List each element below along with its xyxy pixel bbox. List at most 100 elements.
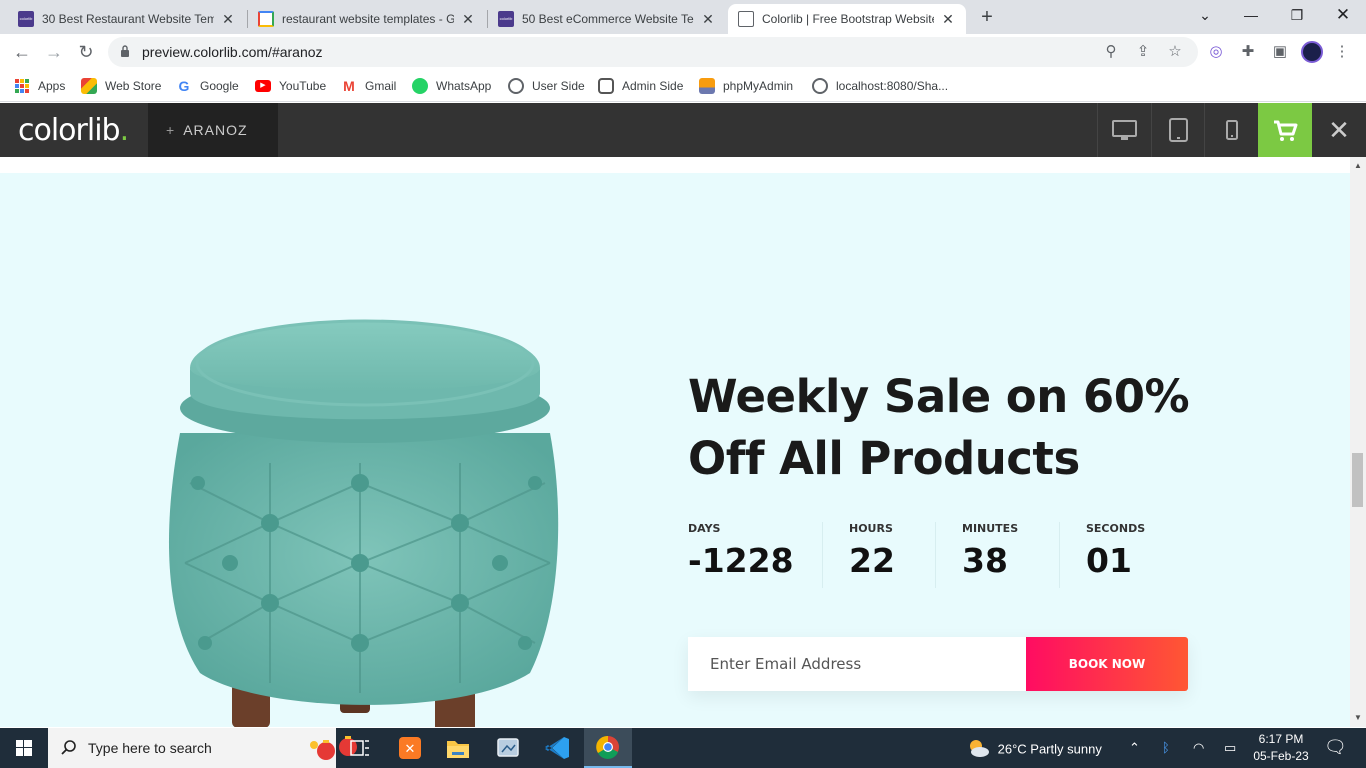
xampp-icon	[598, 78, 614, 94]
extension-icon[interactable]: ◎	[1206, 42, 1226, 62]
url-text: preview.colorlib.com/#aranoz	[142, 44, 323, 60]
whatsapp-icon	[412, 78, 428, 94]
task-view-icon	[350, 740, 369, 756]
globe-icon	[508, 78, 524, 94]
web-store-icon	[81, 78, 97, 94]
taskbar-clock[interactable]: 6:17 PM 05-Feb-23	[1248, 731, 1314, 765]
address-bar[interactable]: preview.colorlib.com/#aranoz ⚲ ⇪ ☆	[108, 37, 1198, 67]
theme-selector[interactable]: + ARANOZ	[148, 103, 278, 157]
book-now-button[interactable]: BOOK NOW	[1026, 637, 1188, 691]
browser-tab-strip: colorlib 30 Best Restaurant Website Temp…	[0, 0, 1366, 34]
snipping-tool-taskbar-app[interactable]	[484, 728, 532, 768]
side-panel-icon[interactable]: ▣	[1270, 42, 1290, 62]
close-tab-icon[interactable]: ✕	[940, 11, 956, 27]
close-window-button[interactable]: ✕	[1320, 0, 1366, 30]
sale-headline: Weekly Sale on 60% Off All Products	[688, 370, 1190, 485]
start-button[interactable]	[0, 728, 48, 768]
task-view-button[interactable]	[336, 728, 384, 768]
show-hidden-icons-chevron-icon[interactable]: ⌃	[1129, 740, 1140, 756]
bookmark-star-icon[interactable]: ☆	[1166, 43, 1184, 61]
page-scrollbar[interactable]: ▲ ▼	[1350, 157, 1366, 727]
profile-avatar[interactable]	[1301, 41, 1323, 63]
tablet-view-button[interactable]	[1151, 103, 1204, 157]
windows-taskbar: Type here to search ✕ 26°C Partly sunny …	[0, 728, 1366, 768]
email-subscribe-form: BOOK NOW	[688, 637, 1188, 691]
google-icon: G	[178, 78, 190, 94]
close-tab-icon[interactable]: ✕	[220, 11, 236, 27]
bookmark-user-side[interactable]: User Side	[508, 76, 585, 96]
countdown-seconds: SECONDS 01	[1086, 522, 1146, 580]
browser-toolbar: ← → ↻ preview.colorlib.com/#aranoz ⚲ ⇪ ☆…	[0, 34, 1366, 70]
bookmark-google[interactable]: G Google	[176, 76, 239, 96]
countdown-days: DAYS -1228	[688, 522, 794, 580]
xampp-taskbar-app[interactable]: ✕	[386, 728, 434, 768]
bookmark-admin-side[interactable]: Admin Side	[598, 76, 683, 96]
colorlib-favicon-icon: colorlib	[498, 11, 514, 27]
scrollbar-thumb[interactable]	[1352, 453, 1363, 507]
snipping-tool-icon	[497, 738, 519, 757]
back-button[interactable]: ←	[10, 40, 34, 64]
desktop-icon	[1112, 120, 1137, 140]
email-input[interactable]	[688, 637, 1026, 691]
zoom-icon[interactable]: ⚲	[1102, 43, 1120, 61]
new-tab-button[interactable]: +	[976, 6, 998, 28]
close-preview-icon[interactable]: ✕	[1312, 103, 1366, 157]
buy-cart-button[interactable]	[1258, 103, 1312, 157]
tab-restaurant-templates[interactable]: colorlib 30 Best Restaurant Website Temp…	[8, 4, 246, 34]
google-favicon-icon	[258, 11, 274, 27]
colorlib-logo[interactable]: colorlib.	[18, 113, 129, 148]
bookmark-web-store[interactable]: Web Store	[81, 76, 161, 96]
bookmark-phpmyadmin[interactable]: phpMyAdmin	[699, 76, 793, 96]
apps-grid-icon	[14, 78, 30, 94]
mobile-icon	[1226, 120, 1238, 140]
countdown-divider	[1059, 522, 1060, 588]
plus-icon: +	[166, 122, 176, 138]
lock-icon	[121, 45, 129, 57]
notifications-icon[interactable]: 🗨	[1324, 737, 1347, 758]
scroll-up-arrow-icon[interactable]: ▲	[1353, 161, 1363, 170]
globe-favicon-icon	[738, 11, 754, 27]
bookmark-localhost[interactable]: localhost:8080/Sha...	[812, 76, 948, 96]
chrome-icon	[596, 735, 619, 759]
page-viewport: Weekly Sale on 60% Off All Products DAYS…	[0, 157, 1350, 727]
taskbar-search-box[interactable]: Type here to search	[48, 728, 357, 768]
close-tab-icon[interactable]: ✕	[460, 11, 476, 27]
minimize-button[interactable]: —	[1228, 0, 1274, 30]
scroll-down-arrow-icon[interactable]: ▼	[1353, 713, 1363, 722]
tab-search-chevron-icon[interactable]: ⌄	[1182, 0, 1228, 30]
tab-ecommerce-templates[interactable]: colorlib 50 Best eCommerce Website Tem ✕	[488, 4, 726, 34]
bookmark-whatsapp[interactable]: WhatsApp	[412, 76, 491, 96]
desktop-view-button[interactable]	[1097, 103, 1150, 157]
mobile-view-button[interactable]	[1204, 103, 1257, 157]
reload-button[interactable]: ↻	[74, 40, 98, 64]
file-explorer-taskbar-app[interactable]	[434, 728, 482, 768]
product-ottoman-image	[168, 319, 559, 727]
countdown-divider	[935, 522, 936, 588]
countdown-hours: HOURS 22	[849, 522, 895, 580]
svg-text:✕: ✕	[405, 742, 416, 757]
tab-colorlib-active[interactable]: Colorlib | Free Bootstrap Website ✕	[728, 4, 966, 34]
colorlib-preview-bar: colorlib. + ARANOZ ✕	[0, 103, 1366, 157]
chrome-taskbar-app[interactable]	[584, 728, 632, 768]
folder-icon	[447, 741, 469, 758]
forward-button[interactable]: →	[42, 40, 66, 64]
bluetooth-icon[interactable]: ᛒ	[1162, 740, 1170, 755]
vscode-icon	[545, 737, 569, 759]
bookmark-gmail[interactable]: M Gmail	[341, 76, 396, 96]
battery-icon[interactable]: ▭	[1224, 740, 1236, 756]
restore-button[interactable]: ❐	[1274, 0, 1320, 30]
gmail-icon: M	[343, 78, 355, 94]
menu-kebab-icon[interactable]: ⋮	[1332, 42, 1352, 62]
tab-google-search[interactable]: restaurant website templates - Go ✕	[248, 4, 486, 34]
weather-widget[interactable]: 26°C Partly sunny	[966, 740, 1102, 760]
bookmark-youtube[interactable]: ▶ YouTube	[255, 76, 326, 96]
bookmark-apps[interactable]: Apps	[14, 76, 65, 96]
extensions-puzzle-icon[interactable]: ✚	[1238, 42, 1258, 62]
partly-sunny-icon	[970, 740, 989, 757]
tablet-icon	[1169, 118, 1188, 142]
share-icon[interactable]: ⇪	[1134, 43, 1152, 61]
vscode-taskbar-app[interactable]	[534, 728, 582, 768]
close-tab-icon[interactable]: ✕	[700, 11, 716, 27]
wifi-icon[interactable]: ◠	[1193, 740, 1204, 756]
globe-icon	[812, 78, 828, 94]
